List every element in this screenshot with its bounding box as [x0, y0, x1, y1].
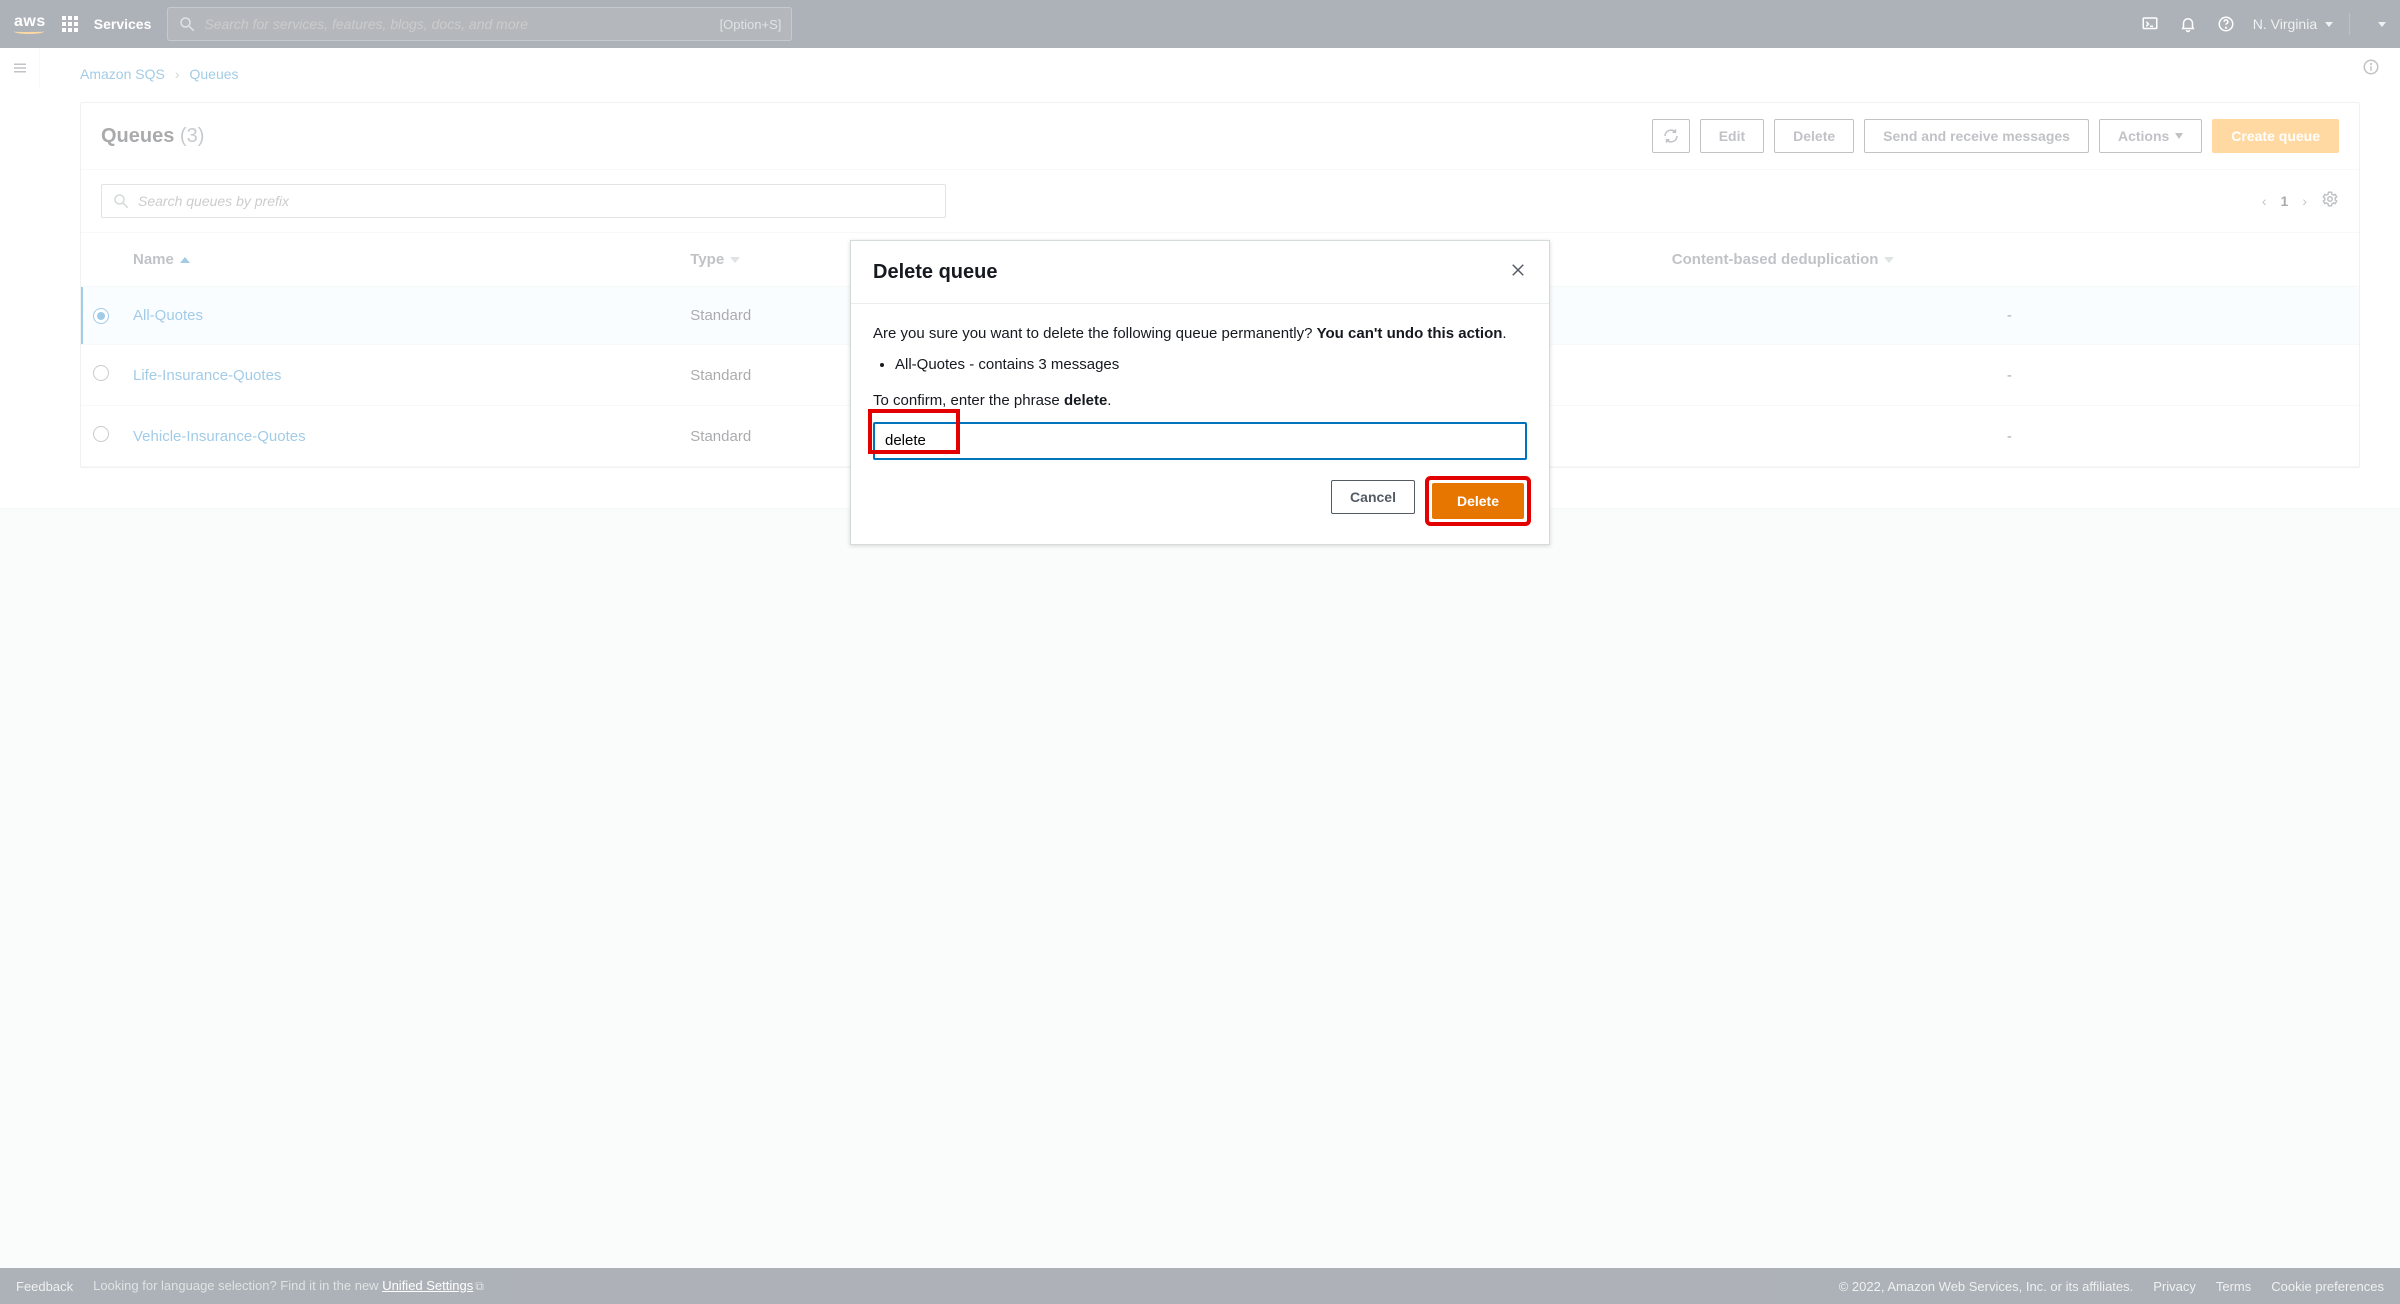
modal-text-strong: You can't undo this action — [1317, 325, 1503, 342]
modal-title: Delete queue — [873, 261, 997, 284]
modal-confirm-text: . — [1107, 392, 1111, 409]
modal-text: . — [1502, 325, 1506, 342]
highlight-annotation: Delete — [1429, 480, 1527, 522]
modal-body: Are you sure you want to delete the foll… — [851, 304, 1549, 480]
modal-layer: Delete queue Are you sure you want to de… — [0, 0, 2400, 1304]
modal-queue-line: All-Quotes - contains 3 messages — [895, 353, 1527, 376]
modal-text: Are you sure you want to delete the foll… — [873, 325, 1317, 342]
modal-close-button[interactable] — [1509, 259, 1527, 285]
modal-confirm-phrase: delete — [1064, 392, 1107, 409]
modal-confirm-input[interactable] — [873, 422, 1527, 460]
close-icon — [1509, 261, 1527, 279]
delete-queue-modal: Delete queue Are you sure you want to de… — [850, 240, 1550, 545]
modal-confirm-text: To confirm, enter the phrase — [873, 392, 1064, 409]
modal-delete-button[interactable]: Delete — [1432, 483, 1524, 519]
modal-footer: Cancel Delete — [851, 480, 1549, 544]
modal-cancel-button[interactable]: Cancel — [1331, 480, 1415, 514]
